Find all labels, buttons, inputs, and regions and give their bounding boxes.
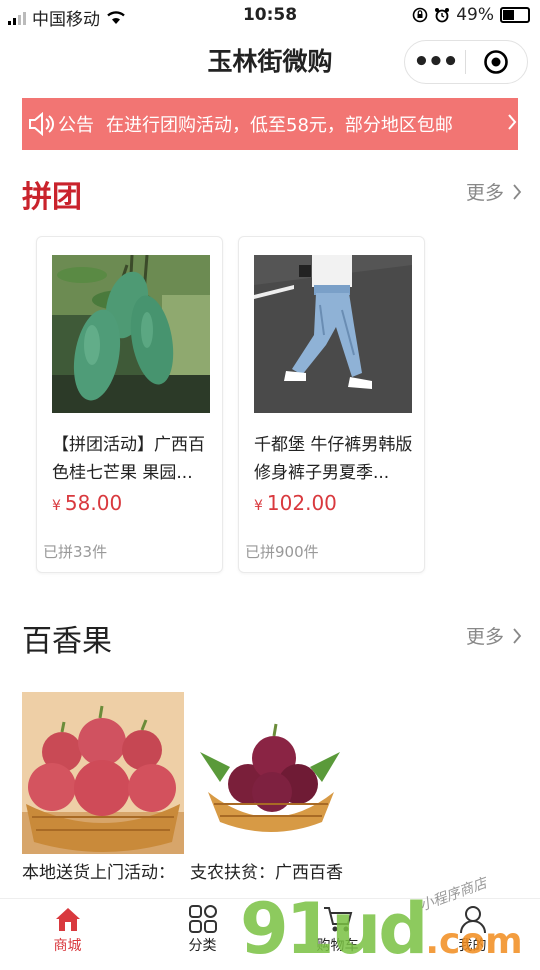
group-buy-header: 拼团 更多: [22, 172, 522, 216]
battery-icon: [500, 7, 530, 23]
group-buy-card-jeans[interactable]: 千都堡 牛仔裤男韩版修身裤子男夏季... ¥102.00 已拼900件: [238, 236, 425, 573]
navigation-bar: 玉林街微购 •••: [0, 32, 540, 88]
currency-symbol: ¥: [52, 498, 61, 514]
sold-count: 已拼33件: [43, 543, 108, 561]
section-title-group-buy: 拼团: [22, 180, 82, 215]
passion-fruit-header: 百香果 更多: [22, 616, 522, 660]
more-label: 更多: [465, 626, 504, 648]
product-price: ¥102.00: [254, 491, 337, 515]
tab-mall[interactable]: 商城: [0, 903, 135, 955]
jeans-product-image: [254, 255, 412, 413]
product-card-passion-fruit-2[interactable]: 支农扶贫：广西百香: [190, 692, 352, 886]
passion-fruit-bowl-image: [190, 692, 352, 854]
battery-percent: 49%: [456, 5, 494, 25]
passion-fruit-more-button[interactable]: 更多: [466, 622, 522, 649]
price-value: 102.00: [266, 491, 337, 515]
mango-product-image: [52, 255, 210, 413]
product-name: 千都堡 牛仔裤男韩版修身裤子男夏季...: [254, 435, 413, 483]
announcement-label: 公告: [58, 115, 94, 136]
category-grid-icon: [188, 905, 217, 933]
announcement-text: 在进行团购活动，低至58元，部分地区包邮: [106, 115, 453, 136]
price-value: 58.00: [64, 491, 123, 515]
watermark-domain: .com: [425, 921, 523, 962]
currency-symbol: ¥: [254, 498, 263, 514]
home-icon: [55, 908, 80, 931]
product-name: 支农扶贫：广西百香: [190, 863, 343, 883]
product-card-passion-fruit-1[interactable]: 本地送货上门活动：: [22, 692, 184, 886]
chevron-right-icon: [513, 627, 522, 644]
passion-fruit-basket-image: [22, 692, 184, 854]
watermark-logo: 91ud.com: [240, 888, 523, 970]
sold-count: 已拼900件: [245, 543, 319, 561]
more-options-icon[interactable]: •••: [405, 49, 465, 75]
more-label: 更多: [465, 182, 504, 204]
group-buy-card-mango[interactable]: 【拼团活动】广西百色桂七芒果 果园... ¥58.00 已拼33件: [36, 236, 223, 573]
status-bar: 中国移动 10:58 49%: [0, 0, 540, 32]
miniprogram-capsule: •••: [404, 40, 528, 84]
product-price: ¥58.00: [52, 491, 122, 515]
close-miniprogram-icon[interactable]: [466, 49, 526, 75]
rotation-lock-icon: [412, 7, 428, 23]
group-buy-more-button[interactable]: 更多: [466, 178, 522, 205]
product-name: 本地送货上门活动：: [22, 863, 175, 883]
section-title-passion-fruit: 百香果: [22, 624, 112, 659]
tab-label: 商城: [53, 938, 82, 954]
product-name: 【拼团活动】广西百色桂七芒果 果园...: [52, 435, 205, 483]
alarm-icon: [435, 8, 450, 23]
chevron-right-icon: [508, 114, 517, 130]
watermark-main: 91ud: [240, 888, 428, 970]
speaker-icon: [29, 112, 54, 136]
announcement-bar[interactable]: 公告 在进行团购活动，低至58元，部分地区包邮: [22, 98, 518, 150]
chevron-right-icon: [513, 183, 522, 200]
